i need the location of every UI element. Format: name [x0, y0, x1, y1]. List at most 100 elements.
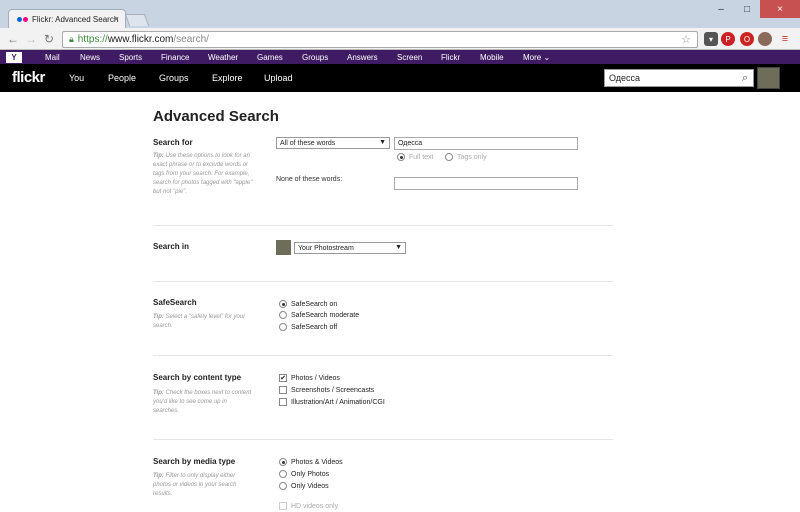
- radio-button[interactable]: [279, 458, 287, 466]
- radio-button[interactable]: [279, 311, 287, 319]
- radio-button[interactable]: [279, 323, 287, 331]
- radio-tags-only[interactable]: Tags only: [445, 153, 487, 161]
- tip-text: Check the boxes next to content you'd li…: [153, 390, 252, 414]
- lock-icon: 🔒︎: [69, 34, 74, 44]
- radio-full-text[interactable]: Full text: [397, 153, 434, 161]
- yahoo-link-flickr[interactable]: Flickr: [441, 53, 460, 62]
- extension-avatar-icon[interactable]: [758, 32, 772, 46]
- pocket-icon[interactable]: ▾: [704, 32, 718, 46]
- checkbox-illustration[interactable]: Illustration/Art / Animation/CGI: [279, 398, 385, 406]
- checkbox[interactable]: [279, 502, 287, 510]
- search-in-select[interactable]: Your Photostream ▼: [294, 242, 406, 254]
- search-query-field[interactable]: Одесса: [394, 137, 578, 150]
- chrome-menu-icon[interactable]: ≡: [778, 32, 792, 46]
- checkbox-label: HD videos only: [291, 502, 339, 510]
- avatar[interactable]: [757, 67, 780, 89]
- section-content-type: Search by content type Tip: Check the bo…: [153, 356, 613, 440]
- radio-safesearch-on[interactable]: SafeSearch on: [279, 300, 337, 308]
- yahoo-link-answers[interactable]: Answers: [347, 53, 378, 62]
- search-mode-select[interactable]: All of these words ▼: [276, 137, 390, 149]
- checkbox-photos-videos[interactable]: ✔ Photos / Videos: [279, 374, 340, 382]
- tab-close-icon[interactable]: ×: [114, 14, 119, 24]
- search-in-value: Your Photostream: [298, 244, 354, 252]
- tip-media-type: Tip: Filter to only display either photo…: [153, 472, 253, 499]
- radio-label: Tags only: [457, 153, 487, 161]
- search-icon[interactable]: ⌕: [742, 72, 748, 85]
- checkbox[interactable]: [279, 386, 287, 394]
- radio-button[interactable]: [397, 153, 405, 161]
- tab-flickr-advanced-search[interactable]: Flickr: Advanced Search ×: [8, 9, 126, 28]
- yahoo-link-finance[interactable]: Finance: [161, 53, 189, 62]
- browser-toolbar: ← → ↻ 🔒︎ https://www.flickr.com/search/ …: [0, 28, 800, 50]
- tab-strip: Flickr: Advanced Search × – □ ×: [0, 0, 800, 28]
- radio-button[interactable]: [279, 470, 287, 478]
- back-arrow-icon[interactable]: ←: [6, 32, 20, 46]
- nav-you[interactable]: You: [69, 73, 84, 83]
- nav-people[interactable]: People: [108, 73, 136, 83]
- close-window-button[interactable]: ×: [760, 0, 800, 18]
- radio-only-videos[interactable]: Only Videos: [279, 482, 329, 490]
- chevron-down-icon: ▼: [395, 244, 402, 251]
- radio-safesearch-moderate[interactable]: SafeSearch moderate: [279, 311, 359, 319]
- yahoo-link-mail[interactable]: Mail: [45, 53, 60, 62]
- yahoo-link-games[interactable]: Games: [257, 53, 283, 62]
- browser-window: Flickr: Advanced Search × – □ × ← → ↻ 🔒︎…: [0, 0, 800, 512]
- yahoo-link-mobile[interactable]: Mobile: [480, 53, 504, 62]
- yahoo-link-weather[interactable]: Weather: [208, 53, 238, 62]
- checkbox-checked[interactable]: ✔: [279, 374, 287, 382]
- nav-explore[interactable]: Explore: [212, 73, 243, 83]
- checkbox-hd-videos-only[interactable]: HD videos only: [279, 502, 338, 510]
- yahoo-link-sports[interactable]: Sports: [119, 53, 142, 62]
- bookmark-star-icon[interactable]: ☆: [681, 33, 691, 46]
- radio-label: Only Photos: [291, 470, 330, 478]
- section-title-content-type: Search by content type: [153, 373, 242, 382]
- none-of-these-words-field[interactable]: [394, 177, 578, 190]
- radio-photos-and-videos[interactable]: Photos & Videos: [279, 458, 343, 466]
- radio-label: SafeSearch off: [291, 323, 338, 331]
- radio-button[interactable]: [279, 300, 287, 308]
- maximize-button[interactable]: □: [734, 0, 760, 18]
- flickr-favicon-icon: [17, 16, 28, 22]
- checkbox-screenshots[interactable]: Screenshots / Screencasts: [279, 386, 374, 394]
- section-title-media-type: Search by media type: [153, 457, 236, 466]
- minimize-button[interactable]: –: [708, 0, 734, 18]
- opera-extension-icon[interactable]: O: [740, 32, 754, 46]
- tip-safesearch: Tip: Select a "safety level" for your se…: [153, 313, 253, 331]
- address-bar[interactable]: 🔒︎ https://www.flickr.com/search/ ☆: [62, 31, 698, 48]
- yahoo-link-screen[interactable]: Screen: [397, 53, 422, 62]
- url-host: www.flickr.com: [107, 34, 174, 45]
- yahoo-bar: Y Mail News Sports Finance Weather Games…: [0, 50, 800, 64]
- checkbox[interactable]: [279, 398, 287, 406]
- yahoo-link-groups[interactable]: Groups: [302, 53, 328, 62]
- section-search-in: Search in Your Photostream ▼: [153, 226, 613, 282]
- yahoo-link-news[interactable]: News: [80, 53, 100, 62]
- checkbox-label: Screenshots / Screencasts: [291, 386, 375, 394]
- tip-text: Filter to only display either photos or …: [153, 473, 237, 497]
- url-path: /search/: [173, 34, 209, 45]
- section-title-search-for: Search for: [153, 138, 193, 147]
- forward-arrow-icon[interactable]: →: [24, 32, 38, 46]
- reload-icon[interactable]: ↻: [42, 32, 56, 46]
- yahoo-logo-icon[interactable]: Y: [6, 51, 22, 63]
- new-tab-button[interactable]: [124, 14, 150, 26]
- tip-label: Tip:: [153, 390, 164, 396]
- radio-button[interactable]: [279, 482, 287, 490]
- checkbox-label: Photos / Videos: [291, 374, 340, 382]
- section-search-for: Search for Tip: Use these options to loo…: [153, 132, 613, 226]
- chevron-down-icon: ▼: [379, 139, 386, 146]
- avatar: [276, 240, 291, 255]
- tip-search-for: Tip: Use these options to look for an ex…: [153, 152, 253, 197]
- pinterest-icon[interactable]: P: [721, 32, 735, 46]
- nav-upload[interactable]: Upload: [264, 73, 293, 83]
- tip-label: Tip:: [153, 473, 164, 479]
- radio-safesearch-off[interactable]: SafeSearch off: [279, 323, 337, 331]
- flickr-search-input[interactable]: Одесса ⌕: [604, 69, 754, 87]
- flickr-logo[interactable]: flickr: [12, 69, 45, 86]
- yahoo-link-more[interactable]: More ⌄: [523, 53, 550, 62]
- window-controls: – □ ×: [708, 0, 800, 18]
- none-of-these-words-label: None of these words:: [276, 176, 343, 183]
- nav-groups[interactable]: Groups: [159, 73, 189, 83]
- section-title-safesearch: SafeSearch: [153, 298, 197, 307]
- radio-button[interactable]: [445, 153, 453, 161]
- radio-only-photos[interactable]: Only Photos: [279, 470, 329, 478]
